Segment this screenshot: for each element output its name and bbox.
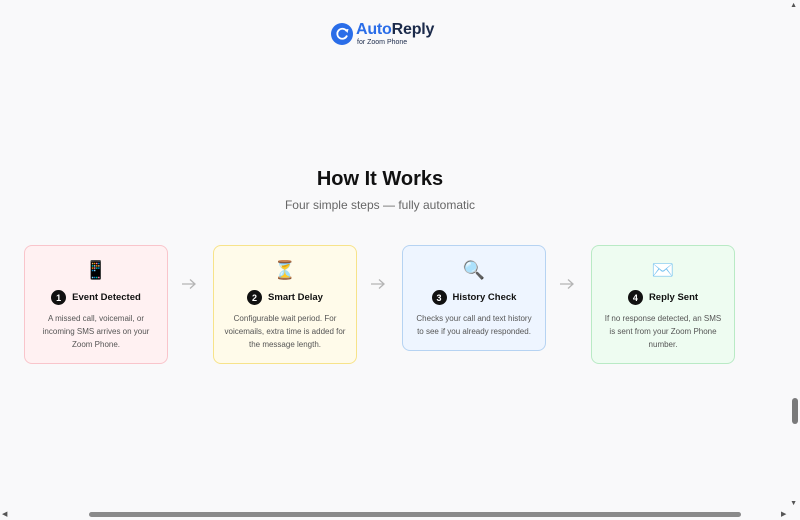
scroll-right-icon[interactable]: ▶: [781, 510, 786, 518]
step-title: Event Detected: [72, 292, 141, 303]
app-logo[interactable]: AutoReply for Zoom Phone: [331, 22, 434, 48]
step-title: Smart Delay: [268, 292, 323, 303]
step-title: Reply Sent: [648, 292, 699, 303]
logo-name: AutoReply: [356, 21, 435, 38]
step-card-reply-sent: ✉️ 4 Reply Sent If no response detected,…: [591, 245, 735, 364]
logo-subtitle: for Zoom Phone: [357, 39, 408, 46]
section-title: How It Works: [316, 168, 444, 190]
step-description: A missed call, voicemail, or incoming SM…: [42, 314, 150, 349]
step-description: Configurable wait period. For voicemails…: [224, 314, 346, 349]
arrow-right-icon: [371, 279, 385, 289]
step-title: History Check: [452, 292, 517, 303]
step-card-event-detected: 📱 1 Event Detected A missed call, voicem…: [24, 245, 168, 364]
step-card-history-check: 🔍 3 History Check Checks your call and t…: [402, 245, 546, 351]
envelope-icon: ✉️: [651, 260, 675, 280]
scroll-up-icon[interactable]: ▲: [790, 2, 797, 9]
phone-icon: 📱: [84, 260, 108, 280]
scroll-left-icon[interactable]: ◀: [2, 510, 7, 518]
magnifier-icon: 🔍: [462, 260, 486, 280]
step-number: 1: [51, 290, 67, 305]
step-number: 4: [627, 290, 643, 305]
logo-refresh-chat-icon: [331, 23, 353, 45]
step-description: If no response detected, an SMS is sent …: [604, 314, 722, 349]
hourglass-icon: ⏳: [273, 260, 297, 280]
vertical-scrollbar-thumb[interactable]: [792, 398, 798, 424]
step-card-smart-delay: ⏳ 2 Smart Delay Configurable wait period…: [213, 245, 357, 364]
arrow-right-icon: [560, 279, 574, 289]
arrow-right-icon: [182, 279, 196, 289]
step-description: Checks your call and text history to see…: [416, 314, 532, 336]
scroll-down-icon[interactable]: ▼: [790, 500, 797, 507]
horizontal-scrollbar-thumb[interactable]: [89, 512, 741, 517]
section-subtitle: Four simple steps — fully automatic: [284, 198, 476, 212]
step-number: 3: [431, 290, 447, 305]
step-number: 2: [247, 290, 263, 305]
